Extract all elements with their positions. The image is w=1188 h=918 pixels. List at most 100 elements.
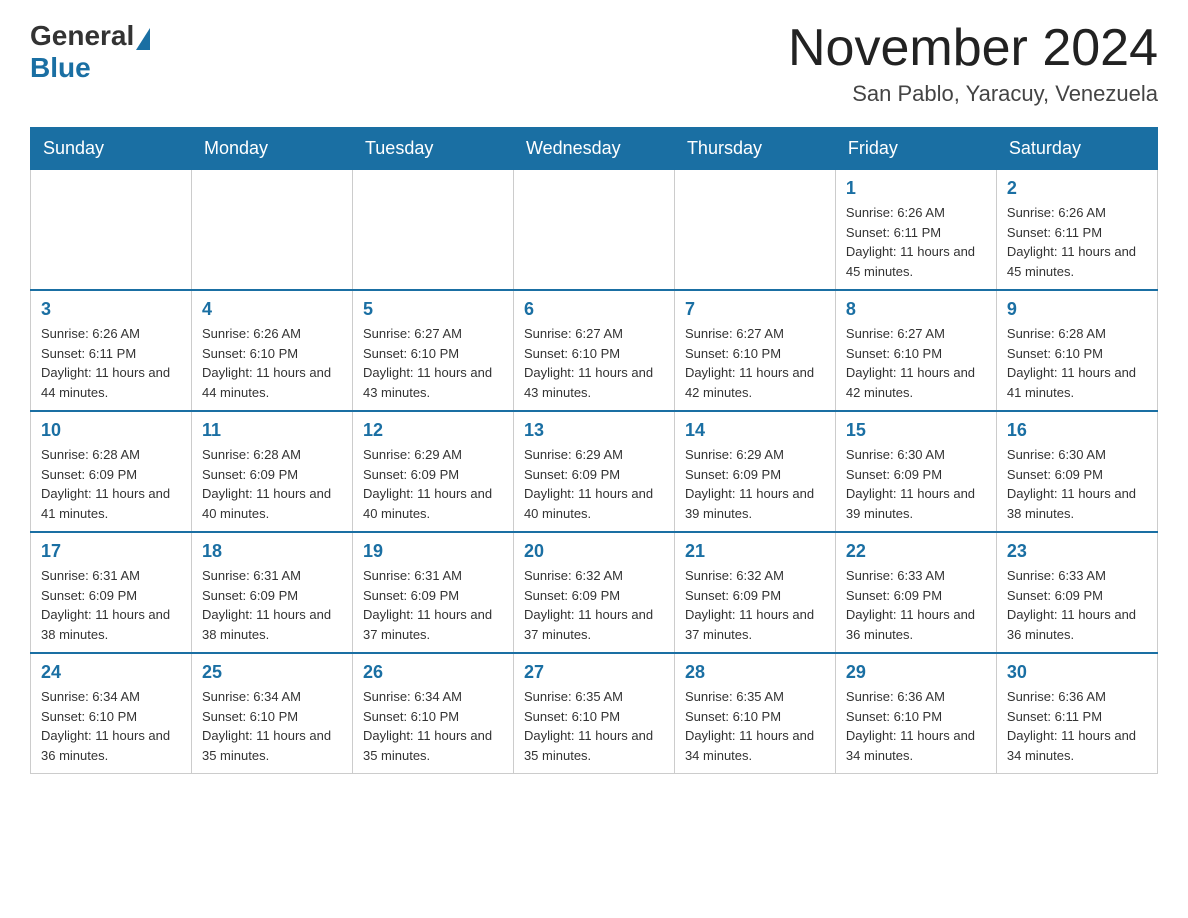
day-number: 21 [685,541,825,562]
weekday-header-saturday: Saturday [996,128,1157,170]
calendar-cell: 30 Sunrise: 6:36 AMSunset: 6:11 PMDayligh… [996,653,1157,774]
calendar-cell: 4 Sunrise: 6:26 AMSunset: 6:10 PMDaylight… [191,290,352,411]
logo-triangle-icon [136,28,150,50]
calendar-cell [191,170,352,291]
logo-general-text: General [30,20,134,52]
day-info: Sunrise: 6:31 AMSunset: 6:09 PMDaylight:… [202,566,342,644]
day-info: Sunrise: 6:28 AMSunset: 6:09 PMDaylight:… [202,445,342,523]
day-info: Sunrise: 6:29 AMSunset: 6:09 PMDaylight:… [524,445,664,523]
day-info: Sunrise: 6:33 AMSunset: 6:09 PMDaylight:… [1007,566,1147,644]
day-info: Sunrise: 6:33 AMSunset: 6:09 PMDaylight:… [846,566,986,644]
day-info: Sunrise: 6:28 AMSunset: 6:09 PMDaylight:… [41,445,181,523]
calendar-week-row-3: 10 Sunrise: 6:28 AMSunset: 6:09 PMDayligh… [31,411,1158,532]
day-info: Sunrise: 6:26 AMSunset: 6:11 PMDaylight:… [846,203,986,281]
calendar-cell: 12 Sunrise: 6:29 AMSunset: 6:09 PMDayligh… [352,411,513,532]
day-number: 8 [846,299,986,320]
day-info: Sunrise: 6:32 AMSunset: 6:09 PMDaylight:… [524,566,664,644]
day-number: 1 [846,178,986,199]
calendar-cell: 7 Sunrise: 6:27 AMSunset: 6:10 PMDaylight… [674,290,835,411]
day-info: Sunrise: 6:29 AMSunset: 6:09 PMDaylight:… [685,445,825,523]
calendar-cell: 26 Sunrise: 6:34 AMSunset: 6:10 PMDayligh… [352,653,513,774]
day-number: 29 [846,662,986,683]
calendar-cell: 16 Sunrise: 6:30 AMSunset: 6:09 PMDayligh… [996,411,1157,532]
calendar-cell: 27Sunrise: 6:35 AMSunset: 6:10 PMDayligh… [513,653,674,774]
day-number: 14 [685,420,825,441]
day-number: 25 [202,662,342,683]
calendar-cell: 11 Sunrise: 6:28 AMSunset: 6:09 PMDayligh… [191,411,352,532]
calendar-cell: 1 Sunrise: 6:26 AMSunset: 6:11 PMDaylight… [835,170,996,291]
calendar-cell: 5 Sunrise: 6:27 AMSunset: 6:10 PMDaylight… [352,290,513,411]
calendar-table: SundayMondayTuesdayWednesdayThursdayFrid… [30,127,1158,774]
day-info: Sunrise: 6:26 AMSunset: 6:11 PMDaylight:… [1007,203,1147,281]
day-number: 20 [524,541,664,562]
day-number: 6 [524,299,664,320]
logo: General Blue [30,20,150,84]
calendar-cell: 24Sunrise: 6:34 AMSunset: 6:10 PMDayligh… [31,653,192,774]
weekday-header-sunday: Sunday [31,128,192,170]
day-info: Sunrise: 6:35 AMSunset: 6:10 PMDaylight:… [685,687,825,765]
weekday-header-thursday: Thursday [674,128,835,170]
calendar-week-row-1: 1 Sunrise: 6:26 AMSunset: 6:11 PMDaylight… [31,170,1158,291]
calendar-cell: 2 Sunrise: 6:26 AMSunset: 6:11 PMDaylight… [996,170,1157,291]
day-number: 26 [363,662,503,683]
day-info: Sunrise: 6:29 AMSunset: 6:09 PMDaylight:… [363,445,503,523]
calendar-cell: 20 Sunrise: 6:32 AMSunset: 6:09 PMDayligh… [513,532,674,653]
day-number: 11 [202,420,342,441]
day-info: Sunrise: 6:36 AMSunset: 6:10 PMDaylight:… [846,687,986,765]
day-info: Sunrise: 6:31 AMSunset: 6:09 PMDaylight:… [363,566,503,644]
day-number: 23 [1007,541,1147,562]
day-number: 15 [846,420,986,441]
calendar-cell: 6 Sunrise: 6:27 AMSunset: 6:10 PMDaylight… [513,290,674,411]
calendar-cell [674,170,835,291]
weekday-header-friday: Friday [835,128,996,170]
calendar-cell [513,170,674,291]
day-number: 24 [41,662,181,683]
day-info: Sunrise: 6:27 AMSunset: 6:10 PMDaylight:… [685,324,825,402]
day-number: 9 [1007,299,1147,320]
day-number: 7 [685,299,825,320]
calendar-cell: 18 Sunrise: 6:31 AMSunset: 6:09 PMDayligh… [191,532,352,653]
day-number: 4 [202,299,342,320]
calendar-week-row-2: 3Sunrise: 6:26 AMSunset: 6:11 PMDaylight… [31,290,1158,411]
calendar-cell: 23 Sunrise: 6:33 AMSunset: 6:09 PMDayligh… [996,532,1157,653]
calendar-cell: 25 Sunrise: 6:34 AMSunset: 6:10 PMDayligh… [191,653,352,774]
month-title: November 2024 [788,20,1158,77]
day-number: 18 [202,541,342,562]
calendar-cell: 19 Sunrise: 6:31 AMSunset: 6:09 PMDayligh… [352,532,513,653]
day-info: Sunrise: 6:34 AMSunset: 6:10 PMDaylight:… [202,687,342,765]
day-number: 13 [524,420,664,441]
calendar-cell: 21 Sunrise: 6:32 AMSunset: 6:09 PMDayligh… [674,532,835,653]
day-number: 19 [363,541,503,562]
day-info: Sunrise: 6:26 AMSunset: 6:10 PMDaylight:… [202,324,342,402]
day-number: 27 [524,662,664,683]
day-number: 10 [41,420,181,441]
day-info: Sunrise: 6:30 AMSunset: 6:09 PMDaylight:… [1007,445,1147,523]
weekday-header-wednesday: Wednesday [513,128,674,170]
day-info: Sunrise: 6:30 AMSunset: 6:09 PMDaylight:… [846,445,986,523]
day-number: 2 [1007,178,1147,199]
day-number: 28 [685,662,825,683]
day-info: Sunrise: 6:32 AMSunset: 6:09 PMDaylight:… [685,566,825,644]
day-info: Sunrise: 6:36 AMSunset: 6:11 PMDaylight:… [1007,687,1147,765]
calendar-cell [352,170,513,291]
day-number: 5 [363,299,503,320]
calendar-cell: 22Sunrise: 6:33 AMSunset: 6:09 PMDayligh… [835,532,996,653]
calendar-week-row-4: 17 Sunrise: 6:31 AMSunset: 6:09 PMDayligh… [31,532,1158,653]
day-info: Sunrise: 6:27 AMSunset: 6:10 PMDaylight:… [846,324,986,402]
calendar-cell: 14 Sunrise: 6:29 AMSunset: 6:09 PMDayligh… [674,411,835,532]
day-info: Sunrise: 6:28 AMSunset: 6:10 PMDaylight:… [1007,324,1147,402]
day-number: 16 [1007,420,1147,441]
calendar-week-row-5: 24 Sunrise: 6:34 AMSunset: 6:10 PMDayligh… [31,653,1158,774]
day-info: Sunrise: 6:34 AMSunset: 6:10 PMDaylight:… [363,687,503,765]
calendar-cell: 15 Sunrise: 6:30 AMSunset: 6:09 PMDayligh… [835,411,996,532]
day-info: Sunrise: 6:27 AMSunset: 6:10 PMDaylight:… [524,324,664,402]
calendar-cell: 3Sunrise: 6:26 AMSunset: 6:11 PMDaylight… [31,290,192,411]
day-info: Sunrise: 6:27 AMSunset: 6:10 PMDaylight:… [363,324,503,402]
day-number: 17 [41,541,181,562]
day-number: 12 [363,420,503,441]
calendar-cell: 17Sunrise: 6:31 AMSunset: 6:09 PMDayligh… [31,532,192,653]
calendar-cell: 8 Sunrise: 6:27 AMSunset: 6:10 PMDaylight… [835,290,996,411]
day-number: 30 [1007,662,1147,683]
logo-blue-text: Blue [30,52,91,84]
title-area: November 2024 San Pablo, Yaracuy, Venezu… [788,20,1158,107]
